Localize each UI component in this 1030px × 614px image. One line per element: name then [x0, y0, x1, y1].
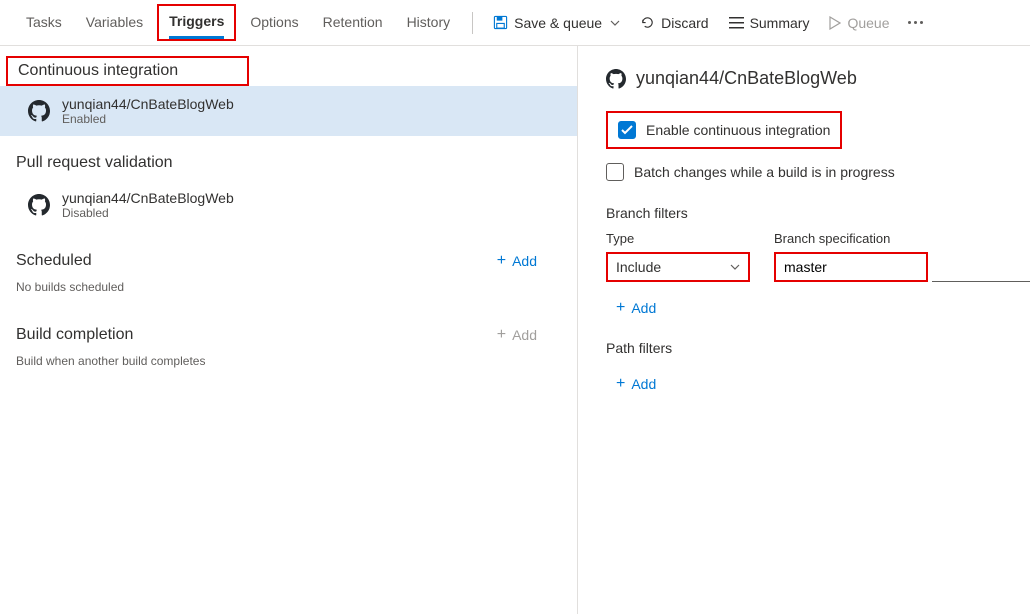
- build-completion-subtext: Build when another build completes: [0, 352, 577, 378]
- enable-ci-row: Enable continuous integration: [606, 111, 842, 149]
- undo-icon: [640, 15, 655, 30]
- ci-repo-item[interactable]: yunqian44/CnBateBlogWeb Enabled: [0, 86, 577, 136]
- branch-filters-add-label: Add: [631, 300, 656, 316]
- type-label: Type: [606, 231, 750, 246]
- tab-history[interactable]: History: [395, 0, 463, 45]
- plus-icon: +: [497, 327, 506, 343]
- build-completion-heading: Build completion: [16, 326, 133, 344]
- panel-repo-title: yunqian44/CnBateBlogWeb: [636, 68, 857, 89]
- tab-triggers-highlight-box: Triggers: [157, 4, 236, 41]
- batch-changes-label[interactable]: Batch changes while a build is in progre…: [634, 164, 895, 180]
- pr-repo-status: Disabled: [62, 206, 234, 220]
- branch-filters-section: Branch filters Type Include Branch speci…: [606, 205, 1030, 322]
- save-queue-button[interactable]: Save & queue: [483, 8, 630, 38]
- tab-options[interactable]: Options: [238, 0, 310, 45]
- scheduled-heading: Scheduled: [16, 252, 92, 270]
- discard-button[interactable]: Discard: [630, 8, 718, 38]
- path-filters-add-button[interactable]: + Add: [606, 370, 666, 398]
- queue-button: Queue: [819, 8, 899, 38]
- type-value: Include: [616, 259, 661, 275]
- branch-underline: [932, 252, 1030, 282]
- play-icon: [829, 16, 841, 30]
- plus-icon: +: [497, 253, 506, 269]
- branch-spec-label: Branch specification: [774, 231, 928, 246]
- tab-tasks[interactable]: Tasks: [14, 0, 74, 45]
- build-completion-section: Build completion + Add Build when anothe…: [0, 318, 577, 378]
- toolbar-divider: [472, 12, 473, 34]
- summary-label: Summary: [750, 15, 810, 31]
- queue-label: Queue: [847, 15, 889, 31]
- save-queue-label: Save & queue: [514, 15, 602, 31]
- branch-spec-input[interactable]: [784, 259, 918, 275]
- scheduled-add-label: Add: [512, 253, 537, 269]
- pr-heading: Pull request validation: [0, 146, 577, 180]
- batch-changes-checkbox[interactable]: [606, 163, 624, 181]
- tab-triggers[interactable]: Triggers: [169, 6, 224, 39]
- ci-heading: Continuous integration: [6, 56, 249, 86]
- branch-filters-add-button[interactable]: + Add: [606, 294, 666, 322]
- list-icon: [729, 16, 744, 29]
- type-select[interactable]: Include: [606, 252, 750, 282]
- chevron-down-icon: [610, 20, 620, 26]
- scheduled-section: Scheduled + Add No builds scheduled: [0, 244, 577, 304]
- ci-repo-status: Enabled: [62, 112, 234, 126]
- path-filters-add-label: Add: [631, 376, 656, 392]
- branch-spec-input-wrapper: [774, 252, 928, 282]
- tab-variables[interactable]: Variables: [74, 0, 155, 45]
- summary-button[interactable]: Summary: [719, 8, 820, 38]
- plus-icon: +: [616, 300, 625, 316]
- build-completion-add-label: Add: [512, 327, 537, 343]
- enable-ci-checkbox[interactable]: [618, 121, 636, 139]
- discard-label: Discard: [661, 15, 708, 31]
- scheduled-add-button[interactable]: + Add: [497, 253, 537, 269]
- scheduled-subtext: No builds scheduled: [0, 278, 577, 304]
- path-filters-heading: Path filters: [606, 340, 1030, 356]
- enable-ci-label[interactable]: Enable continuous integration: [646, 122, 830, 138]
- pr-repo-name: yunqian44/CnBateBlogWeb: [62, 190, 234, 206]
- continuous-integration-section: Continuous integration yunqian44/CnBateB…: [0, 56, 577, 136]
- github-icon: [28, 100, 50, 122]
- github-icon: [28, 194, 50, 216]
- path-filters-section: Path filters + Add: [606, 340, 1030, 398]
- github-icon: [606, 69, 626, 89]
- chevron-down-icon: [730, 264, 740, 270]
- panel-header: yunqian44/CnBateBlogWeb: [606, 68, 1030, 89]
- pr-repo-item[interactable]: yunqian44/CnBateBlogWeb Disabled: [0, 180, 577, 230]
- batch-changes-row: Batch changes while a build is in progre…: [606, 157, 1030, 187]
- more-actions-button[interactable]: [900, 8, 931, 38]
- save-icon: [493, 15, 508, 30]
- plus-icon: +: [616, 376, 625, 392]
- branch-filters-heading: Branch filters: [606, 205, 1030, 221]
- tab-retention[interactable]: Retention: [311, 0, 395, 45]
- ci-repo-name: yunqian44/CnBateBlogWeb: [62, 96, 234, 112]
- pr-validation-section: Pull request validation yunqian44/CnBate…: [0, 146, 577, 230]
- build-completion-add-button: + Add: [497, 327, 537, 343]
